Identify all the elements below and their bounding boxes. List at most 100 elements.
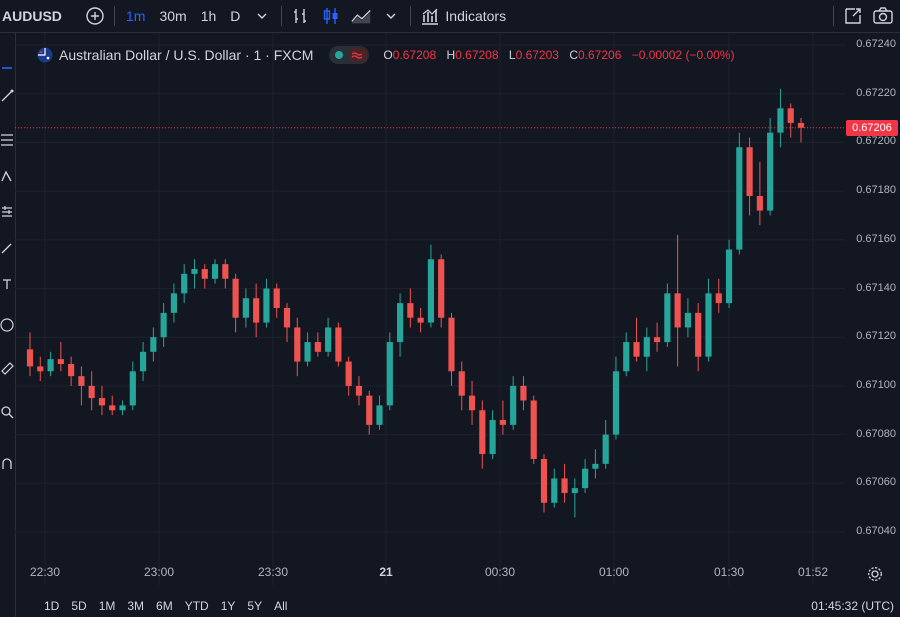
candle[interactable] [407,288,414,328]
price-axis[interactable]: 0.67240 0.67220 0.67200 0.67180 0.67160 0.671… [845,33,900,585]
candle[interactable] [88,371,95,411]
candle[interactable] [664,283,671,347]
candle[interactable] [520,376,527,411]
candle[interactable] [530,395,537,464]
candle[interactable] [129,361,136,411]
interval-d-button[interactable]: D [223,0,247,32]
candle[interactable] [633,317,640,362]
candle[interactable] [263,278,270,328]
camera-icon[interactable] [872,5,894,27]
candle[interactable] [746,137,753,216]
candle[interactable] [160,303,167,347]
chevron-down-icon[interactable] [251,5,273,27]
bar-style-icon[interactable] [290,5,312,27]
candle[interactable] [571,478,578,518]
candle[interactable] [119,400,126,416]
range-1m-button[interactable]: 1M [93,599,122,613]
symbol-title[interactable]: Australian Dollar / U.S. Dollar · 1 · FX… [59,47,313,63]
candle[interactable] [756,161,763,226]
prediction-icon[interactable] [0,205,14,219]
candle[interactable] [499,400,506,435]
emoji-icon[interactable] [0,318,14,332]
range-5d-button[interactable]: 5D [65,599,92,613]
candle[interactable] [684,298,692,338]
fib-retracement-icon[interactable] [0,133,14,147]
price-chart[interactable] [15,33,845,585]
candle[interactable] [602,419,609,469]
candle[interactable] [427,244,435,328]
candle[interactable] [57,342,64,372]
candle[interactable] [273,283,280,318]
candle[interactable] [211,259,219,284]
candles-style-icon[interactable] [320,5,342,27]
candle[interactable] [715,278,722,313]
candle[interactable] [797,118,805,143]
trend-line-icon[interactable] [0,89,14,103]
range-6m-button[interactable]: 6M [150,599,179,613]
candle[interactable] [438,254,445,328]
candle[interactable] [592,449,599,479]
candle[interactable] [314,332,321,357]
candle[interactable] [705,278,712,362]
candle[interactable] [468,381,476,425]
magnet-icon[interactable] [0,457,14,471]
indicators-button[interactable]: Indicators [445,0,513,32]
interval-1m-button[interactable]: 1m [119,0,152,32]
candle[interactable] [345,356,352,396]
candle[interactable] [98,385,106,416]
candle[interactable] [489,410,496,459]
candle[interactable] [396,293,404,357]
interval-1h-button[interactable]: 1h [194,0,224,32]
candle[interactable] [294,317,301,377]
candle[interactable] [253,283,260,338]
range-5y-button[interactable]: 5Y [241,599,268,613]
compare-add-icon[interactable] [84,5,106,27]
utc-clock[interactable]: 01:45:32 (UTC) [811,599,894,613]
candle[interactable] [355,376,363,406]
interval-30m-button[interactable]: 30m [152,0,193,32]
settings-gear-icon[interactable] [867,566,883,582]
candle[interactable] [170,283,178,323]
candle[interactable] [695,303,702,372]
candle[interactable] [458,361,465,411]
candle[interactable] [366,390,373,435]
candle[interactable] [139,342,147,382]
candle[interactable] [777,88,784,148]
zoom-icon[interactable] [0,405,14,419]
candle[interactable] [551,468,558,508]
candle[interactable] [767,118,774,216]
candle[interactable] [37,356,44,382]
candle[interactable] [47,351,54,377]
candle[interactable] [26,332,34,377]
area-style-icon[interactable] [350,5,372,27]
range-1d-button[interactable]: 1D [38,599,65,613]
brush-icon[interactable] [0,241,14,255]
candle[interactable] [417,307,424,333]
candle[interactable] [335,322,342,367]
candle[interactable] [181,264,188,304]
candle[interactable] [540,454,548,513]
indicators-icon[interactable] [419,5,441,27]
candle[interactable] [510,376,517,430]
candle[interactable] [68,356,75,386]
candle[interactable] [232,273,239,333]
fullscreen-icon[interactable] [842,5,864,27]
candle[interactable] [448,312,455,386]
candle[interactable] [736,132,743,255]
candle[interactable] [479,400,486,469]
candle[interactable] [109,395,116,416]
ruler-icon[interactable] [0,361,14,375]
range-1y-button[interactable]: 1Y [215,599,242,613]
candle[interactable] [582,458,589,494]
candle[interactable] [201,264,208,289]
range-3m-button[interactable]: 3M [121,599,150,613]
candle[interactable] [725,239,733,308]
candle[interactable] [787,103,794,138]
candle[interactable] [561,463,568,503]
candle[interactable] [386,332,393,411]
range-ytd-button[interactable]: YTD [179,599,215,613]
pattern-icon[interactable] [0,169,14,183]
candle[interactable] [653,322,661,352]
candle[interactable] [222,259,229,289]
candle[interactable] [325,317,332,357]
